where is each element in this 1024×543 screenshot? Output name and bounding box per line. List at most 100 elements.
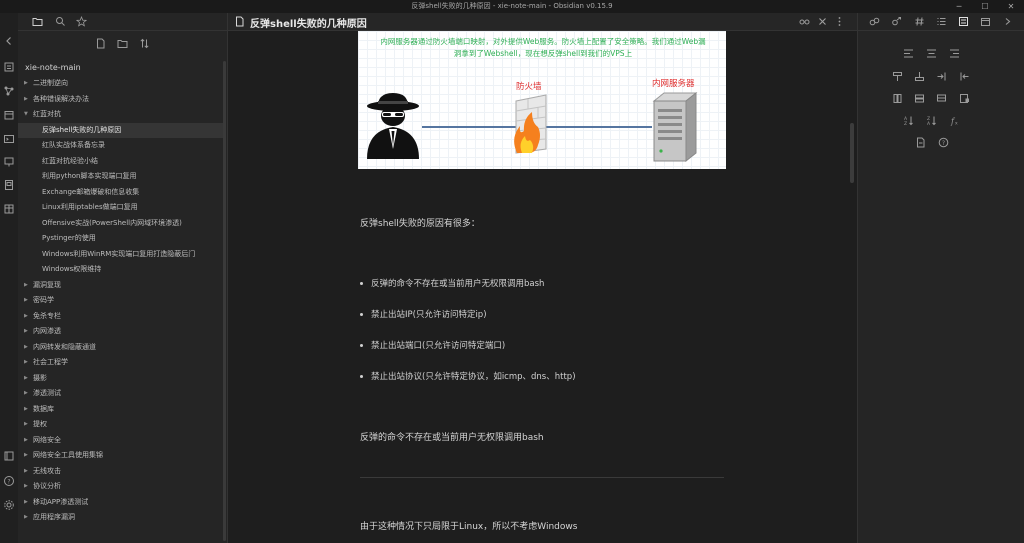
outline-icon[interactable] xyxy=(936,16,947,27)
file-item[interactable]: Offensive实战(PowerShell内网域环境渗透) xyxy=(18,216,223,232)
csv-export-icon[interactable] xyxy=(915,137,926,148)
file-item[interactable]: 利用python脚本实现端口复用 xyxy=(18,169,223,185)
folder-item[interactable]: ▶ 密码学 xyxy=(18,293,223,309)
tags-icon[interactable] xyxy=(914,16,925,27)
folder-item[interactable]: ▶ 内网渗透 xyxy=(18,324,223,340)
chevron-right-icon[interactable]: ▶ xyxy=(24,355,28,371)
templates-icon[interactable] xyxy=(3,179,15,191)
graph-view-icon[interactable] xyxy=(3,85,15,97)
file-item[interactable]: 红蓝对抗经验小结 xyxy=(18,154,223,170)
align-right-icon[interactable] xyxy=(949,48,960,59)
folder-item[interactable]: ▶ 提权 xyxy=(18,417,223,433)
folder-item[interactable]: ▶ 无线攻击 xyxy=(18,464,223,480)
reading-view-icon[interactable] xyxy=(799,16,810,27)
close-tab-icon[interactable] xyxy=(817,16,828,27)
new-note-icon[interactable] xyxy=(95,38,106,49)
chevron-right-icon[interactable]: ▶ xyxy=(24,278,28,294)
folder-item[interactable]: ▶ 网络安全工具使用集锦 xyxy=(18,448,223,464)
sort-icon[interactable] xyxy=(139,38,150,49)
settings-gear-icon[interactable] xyxy=(3,499,15,511)
folder-item[interactable]: ▶ 内网转发和隐蔽通道 xyxy=(18,340,223,356)
help-icon[interactable]: ? xyxy=(3,475,15,487)
backlinks-icon[interactable] xyxy=(869,16,880,27)
folder-item[interactable]: ▼ 红蓝对抗 xyxy=(18,107,223,123)
chevron-down-icon[interactable]: ▼ xyxy=(24,107,28,123)
folder-item[interactable]: ▶ 社会工程学 xyxy=(18,355,223,371)
folder-item[interactable]: ▶ 协议分析 xyxy=(18,479,223,495)
insert-column-left-icon[interactable] xyxy=(959,71,970,82)
more-options-icon[interactable] xyxy=(834,16,845,27)
delete-row-icon[interactable] xyxy=(914,93,925,104)
copy-table-icon[interactable] xyxy=(936,93,947,104)
star-icon[interactable] xyxy=(76,16,87,27)
insert-row-above-icon[interactable] xyxy=(892,71,903,82)
folder-icon[interactable] xyxy=(32,16,43,27)
file-item[interactable]: 反弹shell失败的几种原因 xyxy=(18,122,223,138)
close-icon[interactable]: ✕ xyxy=(998,0,1024,13)
chevron-right-icon[interactable]: ▶ xyxy=(24,464,28,480)
sort-az-icon[interactable]: AZ xyxy=(903,115,914,126)
align-left-icon[interactable] xyxy=(903,48,914,59)
chevron-right-icon[interactable]: ▶ xyxy=(24,479,28,495)
collapse-sidebar-icon[interactable] xyxy=(3,35,15,47)
chevron-right-icon[interactable]: ▶ xyxy=(24,417,28,433)
new-folder-icon[interactable] xyxy=(117,38,128,49)
daily-note-icon[interactable] xyxy=(3,109,15,121)
folder-item[interactable]: ▶ 摄影 xyxy=(18,371,223,387)
chevron-right-icon[interactable]: ▶ xyxy=(24,324,28,340)
folder-item[interactable]: ▶ 数据库 xyxy=(18,402,223,418)
delete-column-icon[interactable] xyxy=(892,93,903,104)
chevron-right-icon[interactable]: ▶ xyxy=(24,433,28,449)
maximize-icon[interactable]: ☐ xyxy=(972,0,998,13)
search-icon[interactable] xyxy=(55,16,66,27)
chevron-right-icon[interactable]: ▶ xyxy=(24,402,28,418)
sort-za-icon[interactable]: ZA xyxy=(926,115,937,126)
chevron-right-icon[interactable]: ▶ xyxy=(24,309,28,325)
folder-item[interactable]: ▶ 二进制逆向 xyxy=(18,76,223,92)
folder-item[interactable]: ▶ 免杀专栏 xyxy=(18,309,223,325)
folder-item[interactable]: ▶ 渗透测试 xyxy=(18,386,223,402)
sidebar-scrollbar[interactable] xyxy=(223,61,226,541)
chevron-right-icon[interactable]: ▶ xyxy=(24,76,28,92)
file-item[interactable]: Linux利用iptables做端口复用 xyxy=(18,200,223,216)
folder-item[interactable]: ▶ 各种错误解决办法 xyxy=(18,92,223,108)
table-help-icon[interactable]: ? xyxy=(938,137,949,148)
note-title[interactable]: 反弹shell失败的几种原因 xyxy=(250,15,367,30)
folder-item[interactable]: ▶ 漏洞复现 xyxy=(18,278,223,294)
calendar-icon[interactable] xyxy=(980,16,991,27)
file-item[interactable]: 红队实战体系备忘录 xyxy=(18,138,223,154)
file-item[interactable]: Windows利用WinRM实现端口复用打造隐蔽后门 xyxy=(18,247,223,263)
expand-right-icon[interactable] xyxy=(1002,16,1013,27)
formatting-toolbar-icon[interactable] xyxy=(958,16,969,27)
chevron-right-icon[interactable]: ▶ xyxy=(24,510,28,526)
align-center-icon[interactable] xyxy=(926,48,937,59)
folder-item[interactable]: ▶ 应用程序漏洞 xyxy=(18,510,223,526)
file-item[interactable]: Exchange邮箱爆破和信息收集 xyxy=(18,185,223,201)
file-item[interactable]: Pystinger的使用 xyxy=(18,231,223,247)
file-item[interactable]: Windows权限维持 xyxy=(18,262,223,278)
terminal-icon[interactable] xyxy=(3,133,15,145)
tree-item-label: 红蓝对抗经验小结 xyxy=(42,156,98,165)
folder-item[interactable]: ▶ 网络安全 xyxy=(18,433,223,449)
database-icon[interactable] xyxy=(3,203,15,215)
chevron-right-icon[interactable]: ▶ xyxy=(24,495,28,511)
switcher-icon[interactable] xyxy=(3,61,15,73)
chevron-right-icon[interactable]: ▶ xyxy=(24,92,28,108)
chevron-right-icon[interactable]: ▶ xyxy=(24,293,28,309)
note-content[interactable]: 内网服务器通过防火墙端口映射，对外提供Web服务。防火墙上配置了安全策略。我们通… xyxy=(228,31,857,543)
chevron-right-icon[interactable]: ▶ xyxy=(24,371,28,387)
table-export-icon[interactable] xyxy=(959,93,970,104)
formula-icon[interactable]: fx xyxy=(949,115,960,126)
insert-column-right-icon[interactable] xyxy=(936,71,947,82)
insert-row-below-icon[interactable] xyxy=(914,71,925,82)
note-pane: 反弹shell失败的几种原因 内网服务器通过防火墙端口映射，对外提供Web服务。… xyxy=(228,13,857,543)
chevron-right-icon[interactable]: ▶ xyxy=(24,386,28,402)
vault-switcher-icon[interactable] xyxy=(3,450,15,462)
folder-item[interactable]: ▶ 移动APP渗透测试 xyxy=(18,495,223,511)
slides-icon[interactable] xyxy=(3,156,15,168)
chevron-right-icon[interactable]: ▶ xyxy=(24,340,28,356)
outgoing-links-icon[interactable] xyxy=(891,16,902,27)
minimize-icon[interactable]: ─ xyxy=(946,0,972,13)
note-scrollbar[interactable] xyxy=(850,123,854,183)
chevron-right-icon[interactable]: ▶ xyxy=(24,448,28,464)
